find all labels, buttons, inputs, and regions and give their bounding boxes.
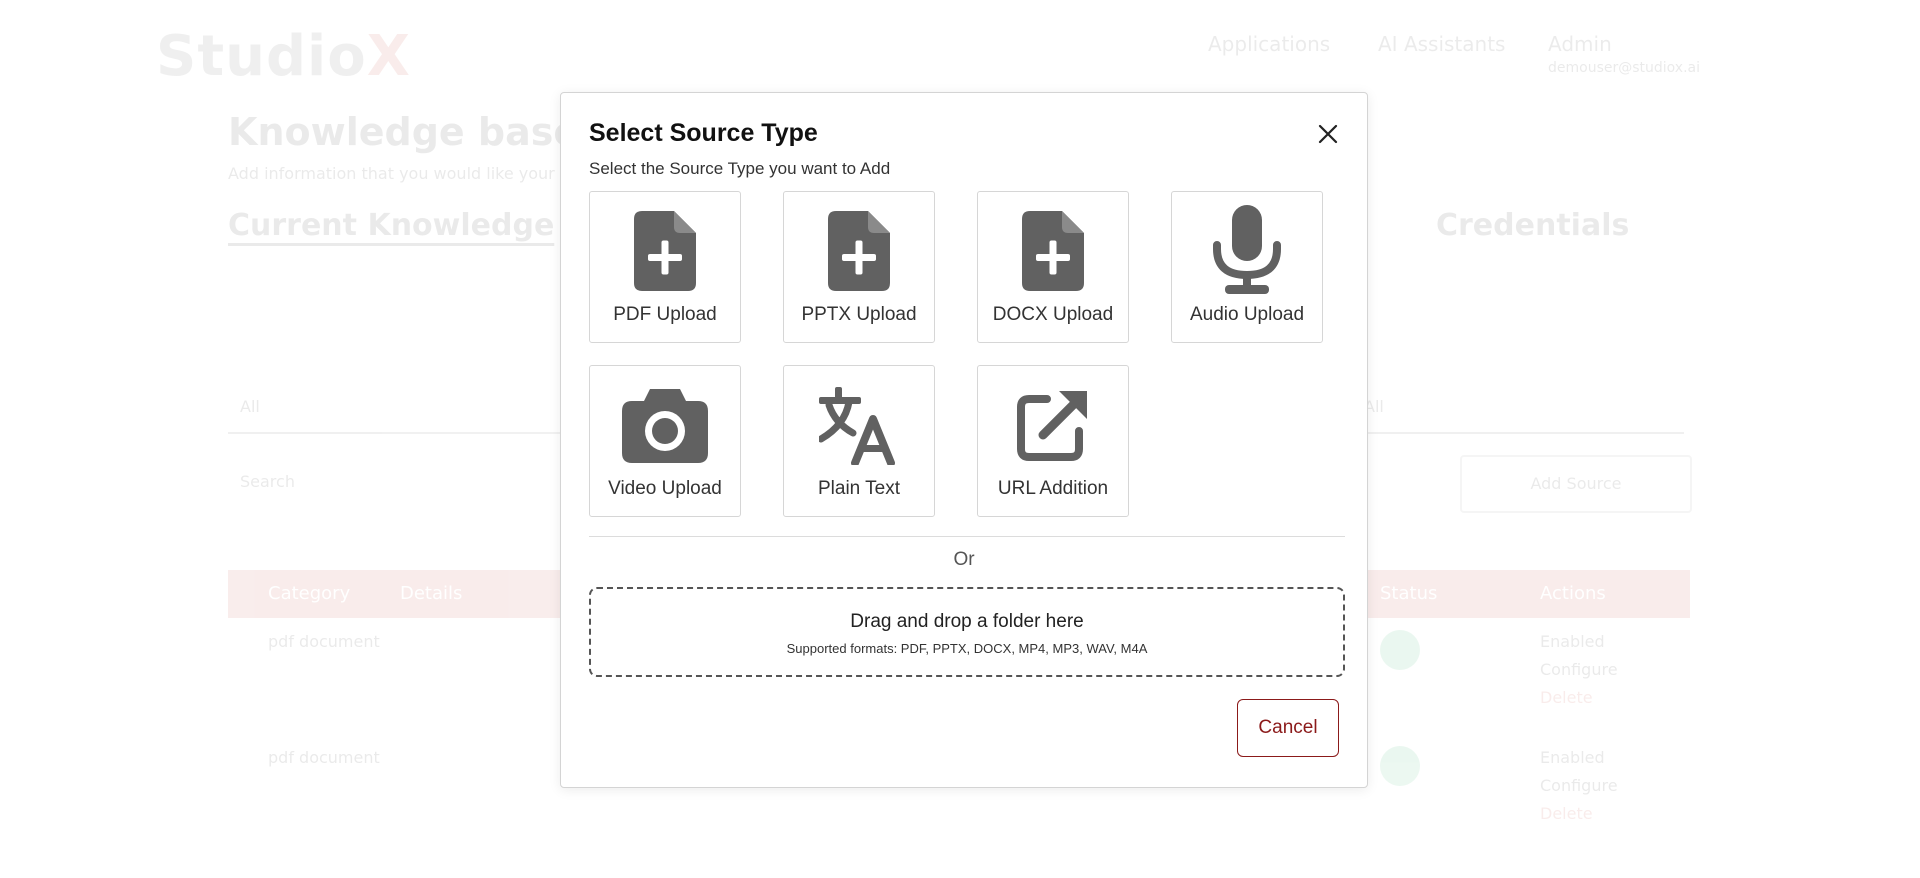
tile-label: Video Upload	[608, 478, 722, 499]
tile-label: Audio Upload	[1189, 304, 1305, 325]
docx-upload-tile[interactable]: DOCX Upload	[977, 191, 1129, 343]
external-link-icon	[1017, 391, 1087, 461]
dialog-divider	[589, 536, 1345, 537]
file-plus-icon	[828, 211, 890, 291]
bg-page-title: Knowledge base	[228, 110, 580, 154]
close-icon	[1318, 124, 1338, 144]
tile-label: PDF Upload	[613, 304, 717, 325]
nav-applications: Applications	[1208, 32, 1331, 56]
folder-dropzone[interactable]: Drag and drop a folder here Supported fo…	[589, 587, 1345, 677]
plain-text-tile[interactable]: Plain Text	[783, 365, 935, 517]
nav-user-email: demouser@studiox.ai	[1548, 60, 1701, 76]
bg-select-right: All	[1352, 382, 1684, 434]
tile-label: PPTX Upload	[801, 304, 917, 325]
tile-label: Plain Text	[817, 478, 901, 499]
nav-ai-assistants: AI Assistants	[1378, 32, 1506, 56]
dropzone-supported-formats: Supported formats: PDF, PPTX, DOCX, MP4,…	[786, 641, 1148, 656]
camera-icon	[622, 389, 708, 463]
studiox-logo: StudioX	[156, 24, 411, 89]
nav-admin: Admin	[1548, 32, 1612, 56]
bg-tab-credentials: Credentials	[1436, 208, 1630, 243]
dialog-subtitle: Select the Source Type you want to Add	[589, 159, 891, 178]
close-button[interactable]	[1313, 119, 1343, 149]
or-separator: Or	[953, 549, 975, 570]
dropzone-title: Drag and drop a folder here	[850, 611, 1084, 632]
pptx-upload-tile[interactable]: PPTX Upload	[783, 191, 935, 343]
file-plus-icon	[634, 211, 696, 291]
file-plus-icon	[1022, 211, 1084, 291]
bg-select-left: All	[228, 382, 560, 434]
bg-tab-current-knowledge: Current Knowledge	[228, 208, 555, 243]
cancel-button[interactable]: Cancel	[1237, 699, 1339, 757]
select-source-type-dialog: Select Source Type Select the Source Typ…	[560, 92, 1368, 788]
microphone-icon	[1213, 205, 1281, 294]
pdf-upload-tile[interactable]: PDF Upload	[589, 191, 741, 343]
bg-add-source-button: Add Source	[1460, 455, 1692, 513]
video-upload-tile[interactable]: Video Upload	[589, 365, 741, 517]
bg-search: Search	[240, 472, 295, 491]
audio-upload-tile[interactable]: Audio Upload	[1171, 191, 1323, 343]
url-addition-tile[interactable]: URL Addition	[977, 365, 1129, 517]
tile-label: URL Addition	[997, 478, 1109, 499]
tile-label: DOCX Upload	[992, 304, 1114, 325]
dialog-title: Select Source Type	[589, 119, 818, 147]
translate-icon	[819, 387, 895, 465]
